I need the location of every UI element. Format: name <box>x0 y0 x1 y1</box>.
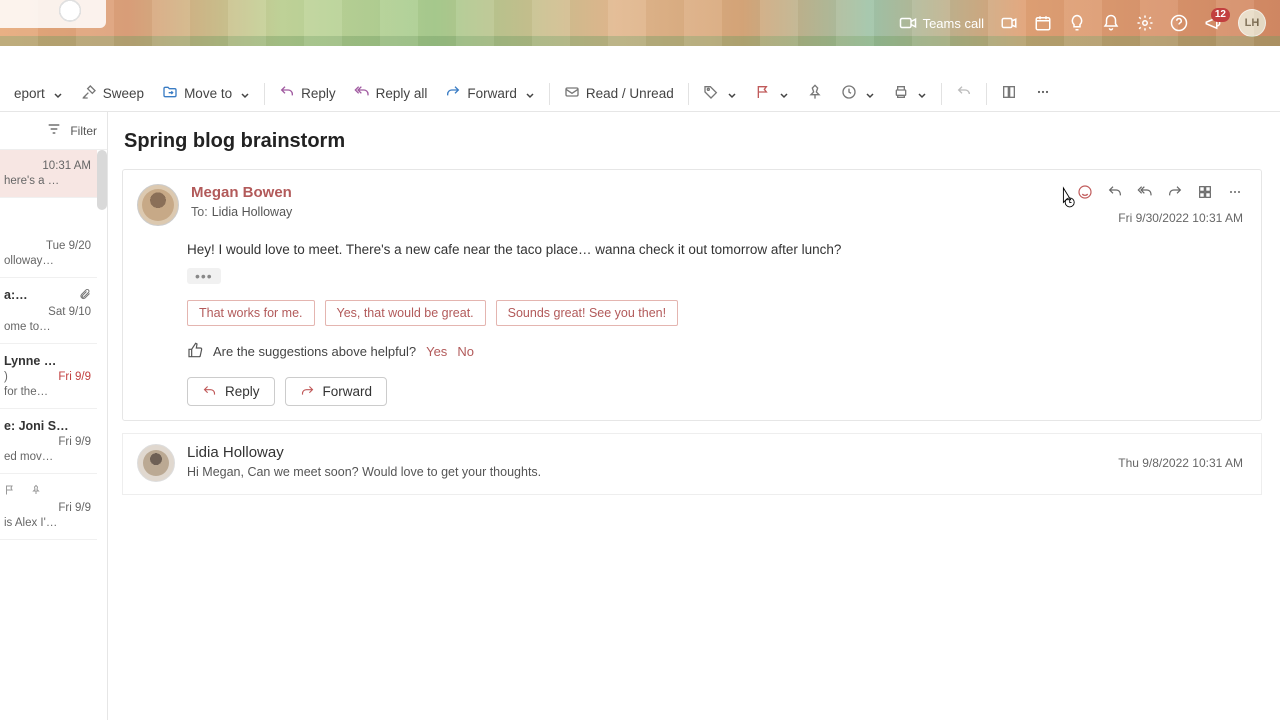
message-date: Thu 9/8/2022 10:31 AM <box>1118 456 1243 470</box>
help-icon[interactable] <box>1170 14 1188 32</box>
chevron-down-icon <box>865 89 875 99</box>
suggested-reply[interactable]: That works for me. <box>187 300 315 326</box>
forward-inline-button[interactable]: Forward <box>285 377 388 406</box>
flag-button[interactable] <box>747 80 797 107</box>
announcements-icon[interactable]: 12 <box>1204 14 1222 32</box>
sender-name[interactable]: Megan Bowen <box>191 184 1065 201</box>
message-list-column: Filter 10:31 AM here's a … Tue 9/20 ollo… <box>0 112 108 720</box>
filter-bar[interactable]: Filter <box>0 112 107 150</box>
message-body: Hey! I would love to meet. There's a new… <box>187 240 1243 260</box>
collapsed-message[interactable]: Lidia Holloway Hi Megan, Can we meet soo… <box>122 433 1262 495</box>
print-button[interactable] <box>885 80 935 107</box>
apps-icon-button[interactable] <box>1197 184 1213 205</box>
feedback-row: Are the suggestions above helpful? Yes N… <box>187 342 1243 361</box>
teams-call-button[interactable]: Teams call <box>899 14 984 32</box>
immersive-reader-button[interactable] <box>993 80 1025 107</box>
read-unread-button[interactable]: Read / Unread <box>556 80 682 107</box>
pin-button[interactable] <box>799 80 831 107</box>
filter-icon <box>46 121 62 140</box>
calendar-icon[interactable] <box>1034 14 1052 32</box>
sweep-button[interactable]: Sweep <box>73 80 152 107</box>
reply-all-button[interactable]: Reply all <box>346 80 436 107</box>
tips-icon[interactable] <box>1068 14 1086 32</box>
chevron-down-icon <box>779 89 789 99</box>
message-list: 10:31 AM here's a … Tue 9/20 olloway… a:… <box>0 150 97 720</box>
message-more-button[interactable] <box>1227 184 1243 205</box>
thread-subject: Spring blog brainstorm <box>124 130 1262 153</box>
list-item[interactable]: a:… Sat 9/10 ome to… <box>0 278 97 344</box>
reply-icon <box>279 84 295 103</box>
forward-icon <box>445 84 461 103</box>
sweep-icon <box>81 84 97 103</box>
undo-icon <box>956 84 972 103</box>
chevron-down-icon <box>727 89 737 99</box>
list-item[interactable]: 10:31 AM here's a … <box>0 150 97 198</box>
teams-call-label: Teams call <box>923 16 984 31</box>
message-toolbar: eport Sweep Move to Reply Reply all Forw… <box>0 76 1280 112</box>
window-tab <box>0 0 106 28</box>
list-item[interactable]: Lynne … )Fri 9/9 for the… <box>0 344 97 409</box>
feedback-icon <box>187 342 203 361</box>
snooze-button[interactable] <box>833 80 883 107</box>
suggested-reply[interactable]: Yes, that would be great. <box>325 300 486 326</box>
reply-icon-button[interactable] <box>1107 184 1123 205</box>
reply-button[interactable]: Reply <box>271 80 344 107</box>
notifications-icon[interactable] <box>1102 14 1120 32</box>
sender-avatar <box>137 444 175 482</box>
expand-quoted-button[interactable]: ••• <box>187 268 221 284</box>
report-button[interactable]: eport <box>6 82 71 105</box>
undo-button[interactable] <box>948 80 980 107</box>
suggested-replies: That works for me. Yes, that would be gr… <box>187 300 1243 326</box>
chevron-down-icon <box>53 89 63 99</box>
attachment-icon <box>79 288 91 303</box>
folder-move-icon <box>162 84 178 103</box>
react-button[interactable] <box>1077 184 1093 205</box>
more-actions-button[interactable] <box>1027 80 1059 107</box>
message-card: Megan Bowen To:Lidia Holloway Fri 9/30/2… <box>122 169 1262 421</box>
feedback-no[interactable]: No <box>457 344 474 359</box>
print-icon <box>893 84 909 103</box>
pin-icon <box>807 84 823 103</box>
forward-icon-button[interactable] <box>1167 184 1183 205</box>
flag-icon <box>755 84 771 103</box>
app-banner: Teams call 12 LH <box>0 0 1280 46</box>
reply-inline-button[interactable]: Reply <box>187 377 275 406</box>
feedback-text: Are the suggestions above helpful? <box>213 344 416 359</box>
clock-icon <box>841 84 857 103</box>
reply-all-icon-button[interactable] <box>1137 184 1153 205</box>
settings-icon[interactable] <box>1136 14 1154 32</box>
tag-icon <box>703 84 719 103</box>
reading-pane: Spring blog brainstorm Megan Bowen To:Li… <box>108 112 1280 720</box>
meet-now-icon[interactable] <box>1000 14 1018 32</box>
sender-avatar[interactable] <box>137 184 179 226</box>
scrollbar-thumb[interactable] <box>97 150 107 210</box>
suggested-reply[interactable]: Sounds great! See you then! <box>496 300 678 326</box>
list-item[interactable]: Fri 9/9 is Alex I'… <box>0 474 97 540</box>
move-to-button[interactable]: Move to <box>154 80 258 107</box>
ribbon-space <box>0 46 1280 76</box>
account-avatar[interactable]: LH <box>1238 9 1266 37</box>
reply-all-icon <box>354 84 370 103</box>
forward-button[interactable]: Forward <box>437 80 543 107</box>
chevron-down-icon <box>525 89 535 99</box>
app-logo <box>56 0 84 26</box>
chevron-down-icon <box>240 89 250 99</box>
feedback-yes[interactable]: Yes <box>426 344 447 359</box>
reader-icon <box>1001 84 1017 103</box>
message-date: Fri 9/30/2022 10:31 AM <box>1077 211 1243 225</box>
announcements-badge: 12 <box>1211 8 1230 22</box>
pin-outline-icon <box>30 484 42 499</box>
more-icon <box>1035 84 1051 103</box>
filter-label: Filter <box>70 124 97 138</box>
chevron-down-icon <box>917 89 927 99</box>
list-item[interactable]: e: Joni S… Fri 9/9 ed mov… <box>0 409 97 474</box>
flag-outline-icon <box>4 484 16 499</box>
sender-name: Lidia Holloway <box>187 444 1106 461</box>
video-icon <box>899 14 917 32</box>
tag-button[interactable] <box>695 80 745 107</box>
list-item[interactable]: Tue 9/20 olloway… <box>0 198 97 278</box>
envelope-icon <box>564 84 580 103</box>
recipient-line: To:Lidia Holloway <box>191 205 1065 219</box>
message-preview: Hi Megan, Can we meet soon? Would love t… <box>187 465 1106 479</box>
